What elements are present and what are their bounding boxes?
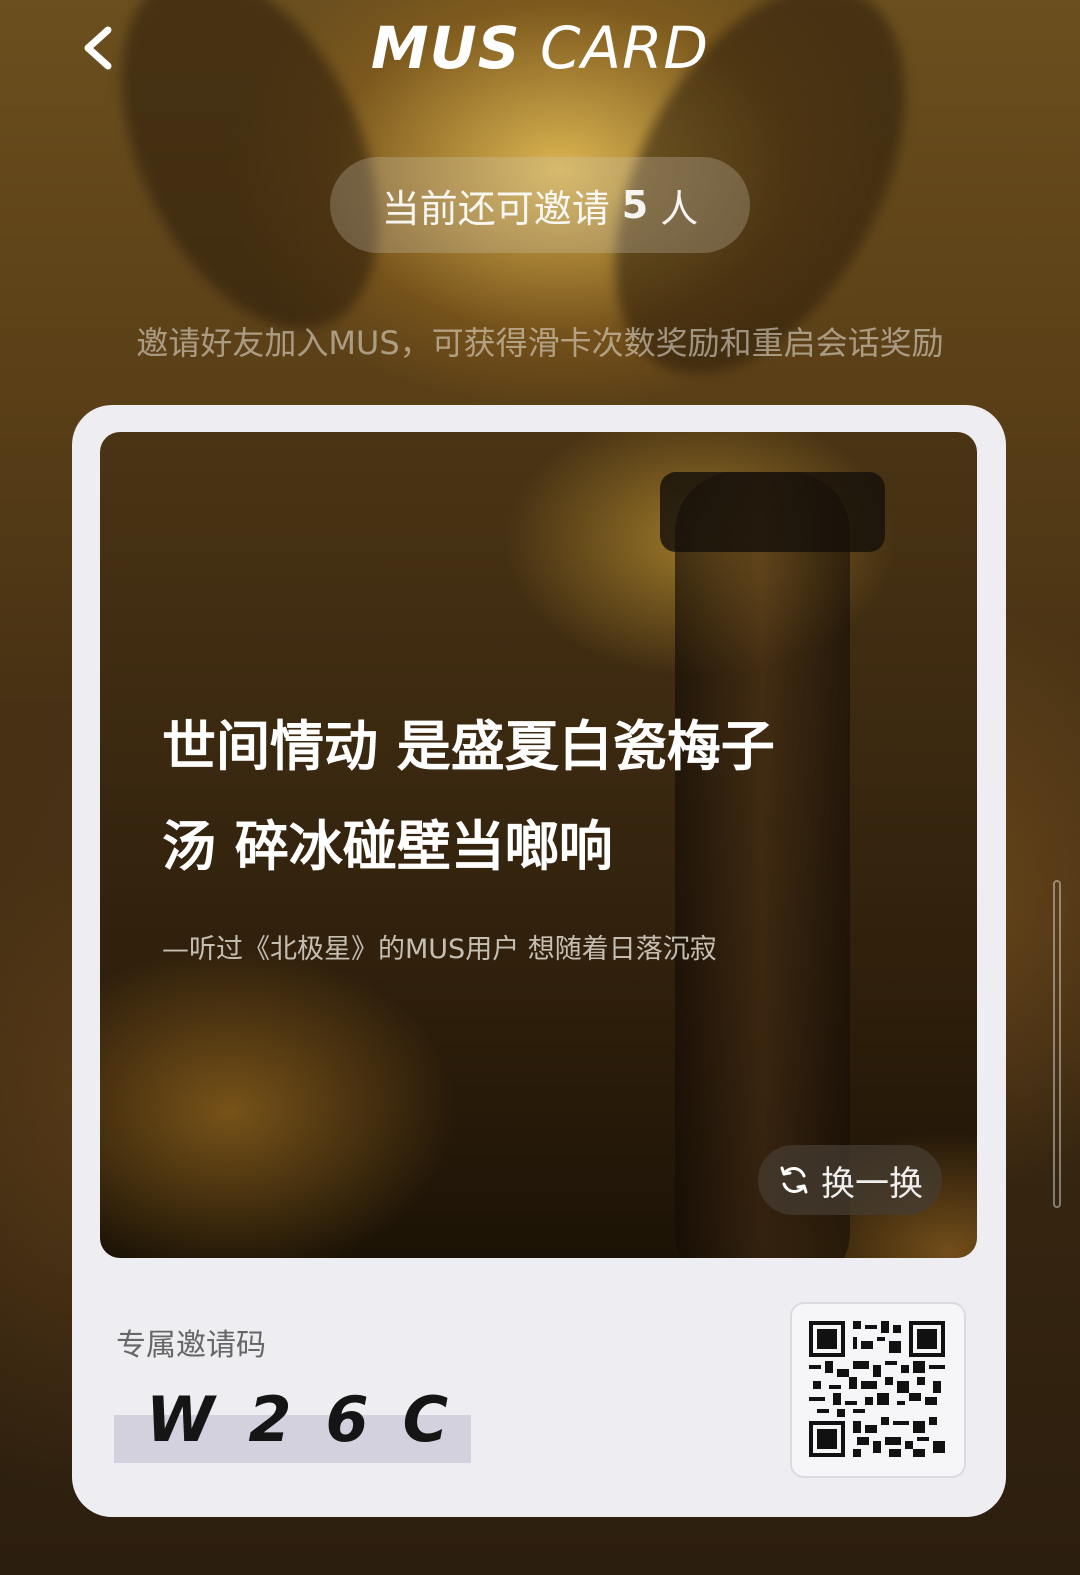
card-quote: 世间情动 是盛夏白瓷梅子 汤 碎冰碰壁当啷响 (162, 697, 842, 897)
invite-suffix: 人 (660, 186, 699, 231)
invite-count-pill: 当前还可邀请 5 人 (330, 157, 750, 253)
photo-watch (660, 472, 885, 552)
invite-code-value[interactable]: W26C (146, 1383, 482, 1456)
scrollbar[interactable] (1053, 880, 1061, 1208)
invite-subtitle: 邀请好友加入MUS，可获得滑卡次数奖励和重启会话奖励 (136, 324, 944, 362)
quote-line-2: 汤 碎冰碰壁当啷响 (162, 815, 613, 878)
qr-code-icon[interactable] (790, 1302, 966, 1478)
invite-code-label: 专属邀请码 (116, 1328, 266, 1363)
quote-source: —听过《北极星》的MUS用户 想随着日落沉寂 (162, 934, 717, 965)
swap-button[interactable]: 换一换 (758, 1145, 942, 1215)
invite-count: 5 (621, 183, 649, 227)
app-title-light: CARD (539, 14, 710, 82)
invite-card: 世间情动 是盛夏白瓷梅子 汤 碎冰碰壁当啷响 —听过《北极星》的MUS用户 想随… (72, 405, 1006, 1517)
card-photo: 世间情动 是盛夏白瓷梅子 汤 碎冰碰壁当啷响 —听过《北极星》的MUS用户 想随… (100, 432, 977, 1258)
refresh-icon (780, 1166, 808, 1194)
app-title: MUS CARD (0, 14, 1080, 82)
swap-label: 换一换 (821, 1163, 923, 1204)
app-title-bold: MUS (370, 14, 521, 82)
invite-prefix: 当前还可邀请 (381, 186, 610, 231)
top-bar: MUS CARD (0, 0, 1080, 100)
quote-line-1: 世间情动 是盛夏白瓷梅子 (162, 715, 775, 778)
